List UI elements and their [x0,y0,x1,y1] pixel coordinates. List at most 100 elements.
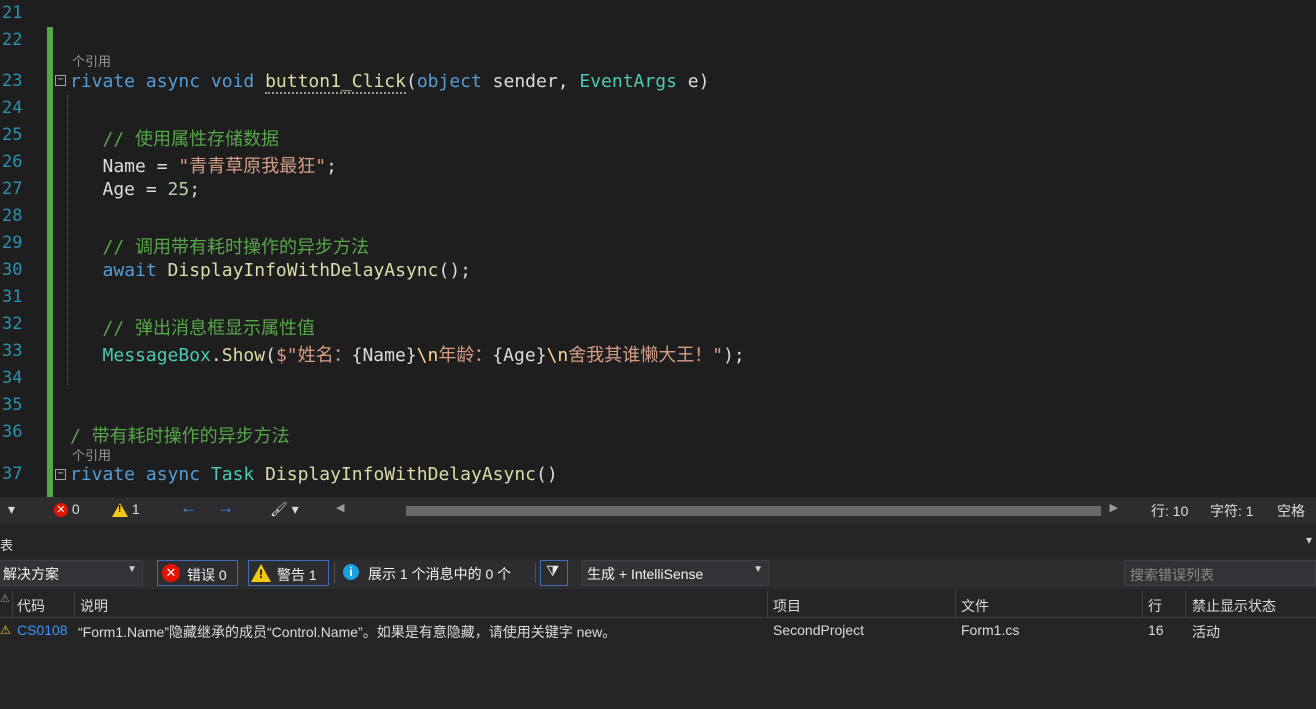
scrollbar-thumb[interactable] [406,506,1101,516]
code-text[interactable]: await DisplayInfoWithDelayAsync(); [70,260,471,281]
column-header-project[interactable]: 项目 [773,596,801,616]
code-token: {Name} [351,345,417,366]
column-header-line[interactable]: 行 [1148,596,1162,616]
line-indicator[interactable]: 行: 10 [1151,501,1188,521]
code-token: "青青草原我最狂" [178,156,327,177]
code-text[interactable]: Age = 25; [70,179,201,200]
code-text[interactable] [70,3,81,24]
code-line[interactable]: 25 // 使用属性存储数据 [0,122,1316,151]
code-editor[interactable]: − − 个引用 个引用 21 22 23 rivate async void but… [0,0,1316,497]
code-line[interactable]: 37 rivate async Task DisplayInfoWithDelay… [0,461,1316,488]
code-line[interactable]: 27 Age = 25; [0,176,1316,203]
code-token: \n [546,345,569,366]
line-number: 23 [2,71,23,91]
column-header-code[interactable]: 代码 [17,596,45,616]
cleanup-brush-icon[interactable]: 🖌 ▾ [270,501,299,518]
line-number: 29 [2,233,23,253]
code-line[interactable]: 30 await DisplayInfoWithDelayAsync(); [0,257,1316,284]
column-divider[interactable] [1185,591,1186,617]
code-line[interactable]: 24 [0,95,1316,122]
code-token: Age = [70,179,168,200]
column-header-suppression[interactable]: 禁止显示状态 [1192,596,1276,616]
code-line[interactable]: 35 [0,392,1316,419]
code-text[interactable]: Name = "青青草原我最狂"; [70,152,337,178]
chevron-down-icon: ▼ [127,564,137,575]
warning-count-value: 1 [131,501,140,517]
code-line[interactable]: 21 [0,0,1316,27]
error-count[interactable]: ✕ 0 [54,501,80,518]
column-divider[interactable] [1142,591,1143,617]
code-token: 年龄： [438,345,493,366]
code-token: // 调用带有耗时操作的异步方法 [70,237,370,258]
code-text[interactable]: rivate async Task DisplayInfoWithDelayAs… [70,464,558,485]
filter-funnel-icon: ⧩ [546,563,560,580]
navigate-back-icon[interactable]: ← [180,498,197,518]
code-line[interactable]: 33 MessageBox.Show($"姓名：{Name}\n年龄：{Age}… [0,338,1316,367]
code-text[interactable]: rivate async void button1_Click(object s… [70,71,709,94]
code-token: await [102,260,168,281]
code-line[interactable]: 29 // 调用带有耗时操作的异步方法 [0,230,1316,259]
error-project: SecondProject [773,622,865,638]
zoom-dropdown-icon[interactable]: ▾ [8,501,15,518]
code-line[interactable]: 28 [0,203,1316,230]
errors-filter-button[interactable]: ✕ 错误 0 [157,560,238,586]
error-count-value: 0 [71,501,80,517]
line-number: 25 [2,125,23,145]
code-line[interactable]: 34 [0,365,1316,392]
char-indicator[interactable]: 字符: 1 [1210,501,1254,521]
code-text[interactable]: MessageBox.Show($"姓名：{Name}\n年龄：{Age}\n舍… [70,341,745,367]
code-token: \n [416,345,439,366]
code-token: async [145,71,211,92]
horizontal-scrollbar[interactable]: ◀ ▶ [336,500,1118,520]
line-number: 24 [2,98,23,118]
column-divider[interactable] [767,591,768,617]
search-input[interactable]: 搜索错误列表 [1130,565,1214,585]
code-token: // 使用属性存储数据 [70,129,280,150]
code-text[interactable]: // 使用属性存储数据 [70,125,280,151]
scroll-right-icon[interactable]: ▶ [1110,501,1118,514]
scroll-left-icon[interactable]: ◀ [336,501,344,514]
error-icon: ✕ [162,564,180,582]
navigate-forward-icon[interactable]: → [217,498,234,518]
filter-toggle-button[interactable]: ⧩ [540,560,568,586]
code-token: . [210,345,222,366]
column-divider[interactable] [74,591,75,617]
scope-dropdown[interactable]: 解决方案 ▼ [0,560,143,586]
code-line[interactable]: 32 // 弹出消息框显示属性值 [0,311,1316,340]
line-number: 31 [2,287,23,307]
column-header-file[interactable]: 文件 [961,596,989,616]
messages-filter-label: 展示 1 个消息中的 0 个 [368,566,512,582]
error-code-link[interactable]: CS0108 [17,622,68,638]
code-text[interactable]: // 弹出消息框显示属性值 [70,314,316,340]
error-icon: ✕ [54,503,68,518]
build-filter-dropdown[interactable]: 生成 + IntelliSense ▼ [582,560,769,586]
line-number: 26 [2,152,23,172]
build-filter-value: 生成 + IntelliSense [587,566,704,582]
code-line[interactable]: 22 [0,27,1316,54]
code-token: ; [326,156,337,177]
panel-menu-icon[interactable]: ▾ [1306,533,1312,547]
editor-status-bar: ▾ ✕ 0 ! 1 ← → 🖌 ▾ ◀ ▶ 行: 10 字符: 1 空格 [0,497,1316,523]
code-text[interactable]: / 带有耗时操作的异步方法 [70,422,290,448]
whitespace-indicator[interactable]: 空格 [1277,501,1305,521]
code-line[interactable]: 31 [0,284,1316,311]
warnings-filter-button[interactable]: ! 警告 1 [248,560,329,586]
error-line: 16 [1148,622,1164,638]
code-token: EventArgs [579,71,688,92]
code-line[interactable]: 36 / 带有耗时操作的异步方法 [0,419,1316,448]
code-line[interactable]: 23 rivate async void button1_Click(object… [0,68,1316,95]
code-token: ); [723,345,745,366]
search-error-list[interactable]: 搜索错误列表 [1124,560,1316,586]
column-divider[interactable] [12,591,13,617]
warning-count[interactable]: ! 1 [112,501,140,518]
code-token: ( [265,345,276,366]
line-number: 37 [2,464,23,484]
messages-filter-button[interactable]: i 展示 1 个消息中的 0 个 [340,560,530,586]
column-divider[interactable] [955,591,956,617]
column-header-description[interactable]: 说明 [80,596,108,616]
code-text[interactable]: // 调用带有耗时操作的异步方法 [70,233,370,259]
chevron-down-icon: ▼ [753,564,763,575]
table-row[interactable]: ⚠ CS0108 “Form1.Name”隐藏继承的成员“Control.Nam… [0,618,1316,644]
code-line[interactable]: 26 Name = "青青草原我最狂"; [0,149,1316,178]
